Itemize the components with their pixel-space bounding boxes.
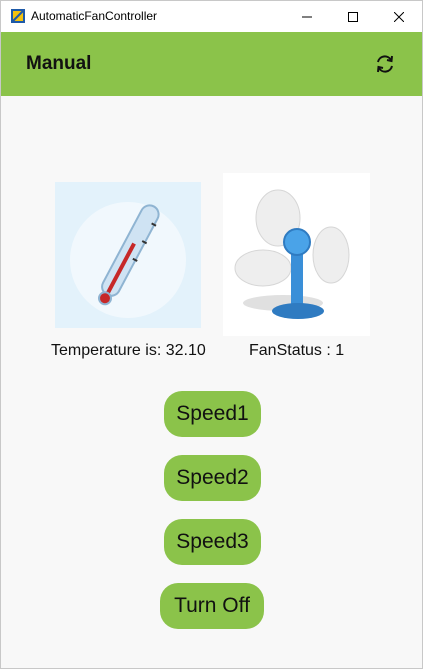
fan-image [223, 173, 370, 336]
thermometer-icon [70, 202, 186, 318]
turn-off-button[interactable]: Turn Off [160, 583, 264, 629]
speed3-button[interactable]: Speed3 [164, 519, 261, 565]
refresh-icon[interactable] [373, 52, 397, 76]
window-title: AutomaticFanController [31, 9, 158, 23]
close-button[interactable] [376, 1, 422, 32]
close-icon [394, 11, 404, 22]
maximize-button[interactable] [330, 1, 376, 32]
speed1-button[interactable]: Speed1 [164, 391, 261, 437]
fan-icon [234, 189, 350, 319]
app-window: AutomaticFanController Manual Temperatur… [0, 0, 423, 669]
maximize-icon [348, 11, 358, 22]
minimize-button[interactable] [284, 1, 330, 32]
temperature-label: Temperature is: 32.10 [51, 342, 206, 359]
app-icon [11, 9, 25, 23]
title-bar: AutomaticFanController [1, 1, 422, 32]
speed2-button[interactable]: Speed2 [164, 455, 261, 501]
page-title: Manual [26, 53, 92, 74]
fan-status-label: FanStatus : 1 [249, 342, 345, 359]
minimize-icon [302, 16, 312, 17]
thermometer-image [55, 182, 201, 328]
app-bar: Manual [1, 32, 422, 96]
